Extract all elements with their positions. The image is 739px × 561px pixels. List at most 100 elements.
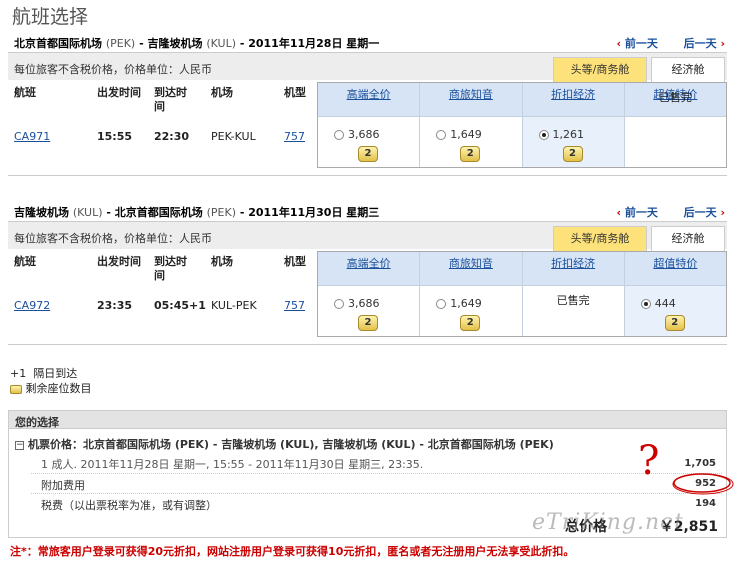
fare-option[interactable]: 444	[640, 297, 676, 310]
col-aircraft: 机型	[284, 255, 306, 268]
next-day-link[interactable]: 后一天	[684, 37, 717, 50]
fare-radio[interactable]	[436, 298, 447, 309]
seats-remaining-badge: 2	[358, 315, 378, 331]
fare-price: 1,649	[450, 297, 482, 310]
fare-note: 每位旅客不含税价格，价格单位：人民币	[14, 232, 212, 245]
fare-option[interactable]: 3,686	[334, 128, 380, 141]
tab-economy[interactable]: 经济舱	[651, 226, 725, 251]
flight-number-link[interactable]: CA972	[14, 299, 50, 312]
fare-note: 每位旅客不含税价格，价格单位：人民币	[14, 63, 212, 76]
fare-col-special: 超值特价 已售完	[624, 83, 726, 167]
col-depart: 出发时间	[97, 86, 141, 99]
arrive-time: 05:45+1	[154, 299, 206, 312]
passenger-line: 1 成人. 2011年11月28日 星期一, 15:55 - 2011年11月3…	[41, 458, 424, 471]
day-nav: ‹ 前一天 后一天 ›	[617, 35, 725, 51]
fare-col-business: 商旅知音 1,649 2	[420, 252, 523, 336]
next-day-icon[interactable]: ›	[720, 37, 725, 50]
fare-col-full: 高端全价 3,686 2	[318, 252, 421, 336]
next-day-mark: +1	[10, 367, 27, 380]
fare-header-special[interactable]: 超值特价	[653, 257, 697, 270]
fare-col-special: 超值特价 444 2	[624, 252, 726, 336]
fare-header-discount[interactable]: 折扣经济	[551, 88, 595, 101]
ticket-value: 1,705	[684, 458, 716, 469]
fare-price: 1,649	[450, 128, 482, 141]
fare-option[interactable]: 1,649	[436, 128, 482, 141]
fare-radio[interactable]	[334, 129, 344, 140]
fare-radio[interactable]	[334, 298, 344, 309]
seat-badge-icon	[10, 384, 22, 394]
fare-option[interactable]: 1,649	[436, 297, 482, 310]
fare-bar: 每位旅客不含税价格，价格单位：人民币 头等/商务舱 经济舱	[8, 221, 727, 251]
page-title: 航班选择	[12, 6, 89, 28]
route-dash: -	[102, 206, 115, 219]
tab-economy[interactable]: 经济舱	[651, 57, 725, 82]
route-to: 吉隆坡机场	[147, 37, 203, 50]
depart-time: 15:55	[97, 130, 133, 143]
prev-day-link[interactable]: 前一天	[625, 206, 658, 219]
prev-day-icon[interactable]: ‹	[617, 37, 622, 50]
fare-radio-selected[interactable]	[640, 298, 651, 309]
fare-header-business[interactable]: 商旅知音	[449, 257, 493, 270]
surcharge-label: 附加费用	[41, 479, 85, 492]
fare-col-full: 高端全价 3,686 2	[318, 83, 421, 167]
route-from: 北京首都国际机场	[14, 37, 102, 50]
seats-remaining-badge: 2	[358, 146, 378, 162]
fare-col-discount: 折扣经济 1,261 2	[522, 83, 625, 167]
day-nav: ‹ 前一天 后一天 ›	[617, 204, 725, 220]
fare-radio-selected[interactable]	[538, 129, 549, 140]
prev-day-link[interactable]: 前一天	[625, 37, 658, 50]
fare-header-discount[interactable]: 折扣经济	[551, 257, 595, 270]
ticket-price-row: − 机票价格：北京首都国际机场 (PEK) - 吉隆坡机场 (KUL), 吉隆坡机…	[15, 436, 554, 452]
flight-grid: 航班 出发时间 到达时间 机场 机型 CA971 15:55 22:30 PEK…	[8, 80, 727, 176]
fare-price: 3,686	[348, 297, 380, 310]
ticket-label: 机票价格：	[28, 438, 83, 451]
route-to-code: (PEK)	[206, 206, 236, 219]
next-day-icon[interactable]: ›	[720, 206, 725, 219]
col-airport: 机场	[211, 255, 233, 268]
arrive-time: 22:30	[154, 130, 190, 143]
flight-number-link[interactable]: CA971	[14, 130, 50, 143]
fare-table: 高端全价 3,686 2 商旅知音 1,649 2 折扣经济 已售完 超值特价 …	[317, 251, 727, 337]
tax-value: 194	[695, 498, 716, 509]
col-flight: 航班	[14, 86, 36, 99]
sold-out-label: 已售完	[556, 294, 590, 307]
route-date: - 2011年11月28日 星期一	[236, 37, 380, 50]
fare-radio[interactable]	[436, 129, 447, 140]
fare-header-full[interactable]: 高端全价	[347, 88, 391, 101]
route-date: - 2011年11月30日 星期三	[236, 206, 380, 219]
fare-option[interactable]: 3,686	[334, 297, 380, 310]
fare-option[interactable]: 1,261	[538, 128, 585, 141]
tab-first-business[interactable]: 头等/商务舱	[553, 57, 647, 82]
leg-outbound: 北京首都国际机场 (PEK) - 吉隆坡机场 (KUL) - 2011年11月2…	[8, 32, 727, 176]
route-from-code: (PEK)	[105, 37, 136, 50]
depart-time: 23:35	[97, 299, 133, 312]
route-to-code: (KUL)	[206, 37, 236, 50]
prev-day-icon[interactable]: ‹	[617, 206, 622, 219]
fare-header-business[interactable]: 商旅知音	[449, 88, 493, 101]
col-aircraft: 机型	[284, 86, 306, 99]
summary-title: 您的选择	[9, 411, 726, 429]
next-day-text: 隔日到达	[33, 367, 78, 380]
ticket-route: 北京首都国际机场 (PEK) - 吉隆坡机场 (KUL), 吉隆坡机场 (KUL…	[83, 438, 554, 451]
col-depart: 出发时间	[97, 255, 141, 268]
fare-price: 3,686	[348, 128, 380, 141]
footnote: 注*：常旅客用户登录可获得20元折扣，网站注册用户登录可获得10元折扣，匿名或者…	[10, 545, 575, 558]
fare-header-full[interactable]: 高端全价	[347, 257, 391, 270]
fare-table: 高端全价 3,686 2 商旅知音 1,649 2 折扣经济 1,261 2 超…	[317, 82, 727, 168]
next-day-link[interactable]: 后一天	[684, 206, 717, 219]
collapse-icon[interactable]: −	[15, 440, 24, 450]
legend: +1 隔日到达 剩余座位数目	[10, 366, 92, 396]
watermark: eTriKing.net	[532, 510, 684, 535]
tab-first-business[interactable]: 头等/商务舱	[553, 226, 647, 251]
seats-legend-text: 剩余座位数目	[25, 382, 92, 395]
aircraft-link[interactable]: 757	[284, 299, 305, 312]
surcharge-value: 952	[695, 478, 716, 489]
fare-col-business: 商旅知音 1,649 2	[420, 83, 523, 167]
leg-return: 吉隆坡机场 (KUL) - 北京首都国际机场 (PEK) - 2011年11月3…	[8, 201, 727, 345]
airport-pair: KUL-PEK	[211, 299, 257, 312]
fare-price: 1,261	[552, 128, 585, 141]
tax-label: 税费（以出票税率为准，或有调整）	[41, 499, 217, 512]
seats-remaining-badge: 2	[664, 315, 685, 331]
aircraft-link[interactable]: 757	[284, 130, 305, 143]
col-arrive: 到达时间	[154, 255, 187, 282]
